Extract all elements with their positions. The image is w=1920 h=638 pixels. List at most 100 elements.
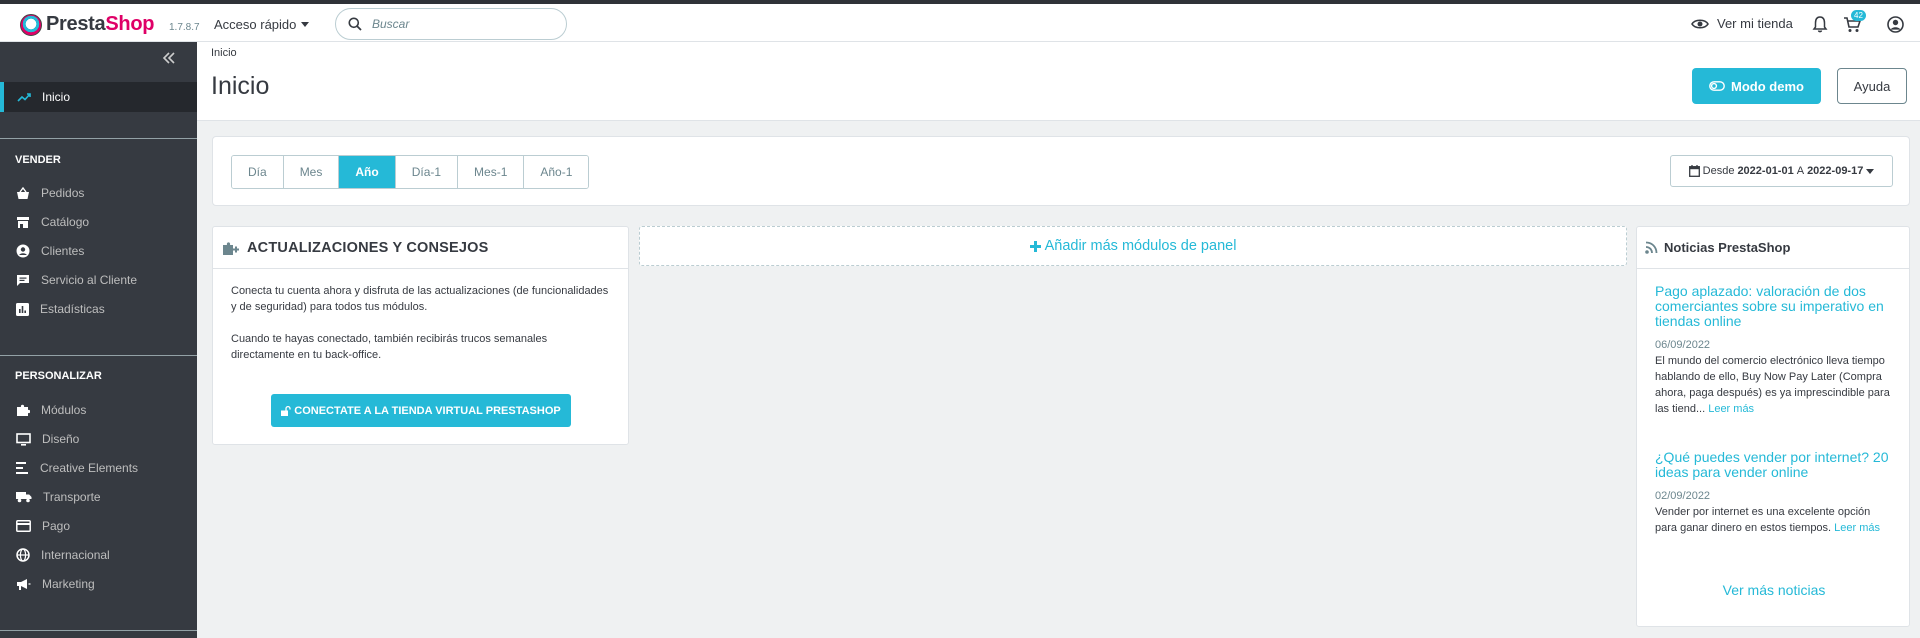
sidebar-item-estadisticas[interactable]: Estadísticas bbox=[0, 295, 197, 323]
sidebar-item-label: Servicio al Cliente bbox=[41, 273, 138, 287]
connect-store-label: CONECTATE A LA TIENDA VIRTUAL PRESTASHOP bbox=[294, 404, 561, 417]
news-item-excerpt: El mundo del comercio electrónico lleva … bbox=[1655, 355, 1890, 415]
orders-badge: 42 bbox=[1851, 10, 1866, 21]
unlock-icon bbox=[281, 405, 291, 416]
sidebar-item-modulos[interactable]: Módulos bbox=[0, 396, 197, 424]
date-from-value: 2022-01-01 bbox=[1737, 165, 1794, 177]
search-icon bbox=[348, 17, 362, 31]
trending-up-icon bbox=[17, 93, 31, 102]
caret-down-icon bbox=[301, 22, 310, 27]
puzzle-plus-icon bbox=[223, 241, 239, 255]
sidebar-item-catalogo[interactable]: Catálogo bbox=[0, 208, 197, 236]
prestashop-logo-icon bbox=[20, 13, 42, 36]
sidebar-item-diseno[interactable]: Diseño bbox=[0, 425, 197, 453]
bell-icon[interactable] bbox=[1812, 15, 1828, 33]
news-item-text: El mundo del comercio electrónico lleva … bbox=[1655, 353, 1895, 417]
sidebar-item-transporte[interactable]: Transporte bbox=[0, 483, 197, 511]
period-dia-1-button[interactable]: Día-1 bbox=[395, 156, 459, 188]
sidebar-item-servicio-cliente[interactable]: Servicio al Cliente bbox=[0, 266, 197, 294]
period-ano-1-button[interactable]: Año-1 bbox=[524, 156, 589, 188]
add-dashboard-modules-label: Añadir más módulos de panel bbox=[1044, 238, 1237, 254]
shopping-basket-icon bbox=[17, 186, 29, 199]
sidebar-item-inicio[interactable]: Inicio bbox=[0, 82, 197, 112]
updates-text-2: Cuando te hayas conectado, también recib… bbox=[231, 333, 548, 361]
sidebar-item-pago[interactable]: Pago bbox=[0, 512, 197, 540]
read-more-link[interactable]: Leer más bbox=[1834, 522, 1880, 534]
sidebar: Inicio VENDER Pedidos Catálogo Clientes … bbox=[0, 42, 197, 638]
period-dia-button[interactable]: Día bbox=[232, 156, 284, 188]
date-from-label: Desde bbox=[1702, 165, 1735, 177]
more-news-link[interactable]: Ver más noticias bbox=[1637, 582, 1911, 598]
store-icon bbox=[17, 216, 29, 228]
breadcrumb[interactable]: Inicio bbox=[211, 47, 237, 59]
sidebar-item-creative-elements[interactable]: Creative Elements bbox=[0, 454, 197, 482]
monitor-icon bbox=[16, 432, 31, 446]
news-item-text: Vender por internet es una excelente opc… bbox=[1655, 504, 1895, 536]
date-to-label: A bbox=[1796, 165, 1805, 177]
sidebar-item-label: Pago bbox=[42, 519, 71, 533]
date-range-picker[interactable]: Desde 2022-01-01 A 2022-09-17 bbox=[1670, 155, 1893, 187]
collapse-sidebar-icon[interactable] bbox=[162, 52, 176, 64]
sidebar-item-internacional[interactable]: Internacional bbox=[0, 541, 197, 569]
period-mes-button[interactable]: Mes bbox=[283, 156, 340, 188]
sidebar-divider bbox=[0, 138, 197, 139]
brand-presta: Presta bbox=[46, 13, 106, 35]
period-ano-button[interactable]: Año bbox=[339, 156, 396, 188]
view-store-link[interactable]: Ver mi tienda bbox=[1691, 16, 1793, 31]
news-item-title[interactable]: Pago aplazado: valoración de dos comerci… bbox=[1655, 284, 1895, 329]
help-button[interactable]: Ayuda bbox=[1837, 68, 1907, 104]
rss-icon bbox=[1645, 241, 1658, 254]
sidebar-item-label: Estadísticas bbox=[40, 302, 105, 316]
creative-elements-icon bbox=[16, 462, 28, 474]
sidebar-divider bbox=[0, 355, 197, 356]
date-to-value: 2022-09-17 bbox=[1807, 165, 1864, 177]
period-selector: Día Mes Año Día-1 Mes-1 Año-1 bbox=[231, 155, 590, 189]
toggle-icon bbox=[1709, 81, 1725, 91]
sidebar-item-label: Módulos bbox=[41, 403, 87, 417]
search-box[interactable] bbox=[335, 8, 567, 40]
sidebar-item-label: Creative Elements bbox=[40, 461, 139, 475]
puzzle-icon bbox=[17, 404, 30, 416]
prestashop-logo[interactable]: PrestaShop bbox=[20, 13, 154, 36]
page-header: Inicio Inicio Modo demo Ayuda bbox=[197, 42, 1920, 121]
account-circle-icon bbox=[16, 244, 30, 258]
connect-store-button[interactable]: CONECTATE A LA TIENDA VIRTUAL PRESTASHOP bbox=[271, 394, 571, 427]
version-label: 1.7.8.7 bbox=[169, 22, 200, 33]
news-item-title[interactable]: ¿Qué puedes vender por internet? 20 idea… bbox=[1655, 450, 1895, 480]
sidebar-item-marketing[interactable]: Marketing bbox=[0, 570, 197, 598]
megaphone-icon bbox=[17, 578, 31, 590]
credit-card-icon bbox=[16, 520, 31, 532]
quick-access-dropdown[interactable]: Acceso rápido bbox=[214, 17, 310, 32]
bar-chart-icon bbox=[16, 302, 29, 316]
view-store-label: Ver mi tienda bbox=[1717, 16, 1793, 31]
add-dashboard-modules-button[interactable]: Añadir más módulos de panel bbox=[639, 226, 1627, 266]
news-panel-header: Noticias PrestaShop bbox=[1637, 227, 1909, 269]
sidebar-section-vender: VENDER bbox=[15, 154, 61, 166]
top-header: PrestaShop 1.7.8.7 Acceso rápido Ver mi … bbox=[0, 0, 1920, 42]
sidebar-item-label: Internacional bbox=[41, 548, 110, 562]
user-account-icon[interactable] bbox=[1887, 16, 1904, 33]
date-filter-card: Día Mes Año Día-1 Mes-1 Año-1 Desde 2022… bbox=[212, 136, 1910, 206]
calendar-icon bbox=[1688, 165, 1700, 177]
plus-icon bbox=[1029, 240, 1041, 252]
demo-mode-label: Modo demo bbox=[1731, 78, 1804, 94]
sidebar-divider bbox=[0, 630, 197, 631]
news-item-date: 06/09/2022 bbox=[1655, 339, 1711, 351]
sidebar-item-clientes[interactable]: Clientes bbox=[0, 237, 197, 265]
updates-panel-title: ACTUALIZACIONES Y CONSEJOS bbox=[247, 239, 489, 256]
sidebar-item-label: Catálogo bbox=[41, 215, 90, 229]
globe-icon bbox=[16, 548, 30, 562]
brand-name: PrestaShop bbox=[46, 13, 154, 36]
news-panel: Noticias PrestaShop Pago aplazado: valor… bbox=[1636, 226, 1910, 627]
demo-mode-button[interactable]: Modo demo bbox=[1692, 68, 1821, 104]
quick-access-label: Acceso rápido bbox=[214, 17, 297, 32]
truck-icon bbox=[16, 492, 32, 503]
brand-shop: Shop bbox=[105, 13, 155, 35]
caret-down-icon bbox=[1866, 168, 1875, 174]
sidebar-item-label: Marketing bbox=[42, 577, 95, 591]
search-input[interactable] bbox=[372, 17, 542, 31]
news-item-date: 02/09/2022 bbox=[1655, 490, 1711, 502]
sidebar-item-pedidos[interactable]: Pedidos bbox=[0, 179, 197, 207]
read-more-link[interactable]: Leer más bbox=[1708, 403, 1754, 415]
period-mes-1-button[interactable]: Mes-1 bbox=[458, 156, 525, 188]
